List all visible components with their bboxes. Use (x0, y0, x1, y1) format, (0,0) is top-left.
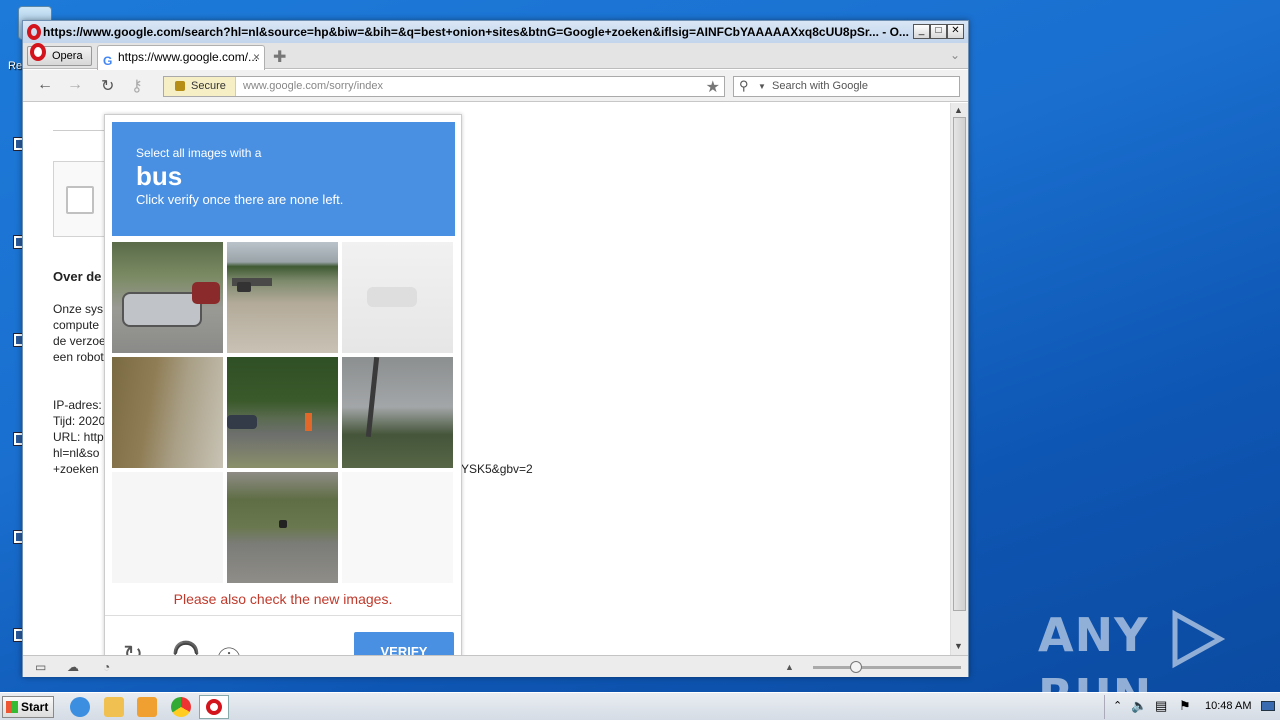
captcha-header: Select all images with a bus Click verif… (112, 122, 455, 236)
captcha-tile-fading[interactable] (342, 242, 453, 353)
opera-menu-button[interactable]: Opera (27, 43, 92, 66)
close-tab-icon[interactable]: × (253, 46, 260, 68)
url-tail-text: YSK5&gbv=2 (461, 462, 533, 476)
address-bar[interactable]: Secure www.google.com/sorry/index ★ (163, 76, 725, 97)
new-tab-button[interactable]: ✚ (273, 47, 286, 67)
page-heading: Over de (53, 269, 102, 284)
show-desktop-icon[interactable] (1261, 701, 1275, 711)
maximize-button[interactable]: □ (930, 24, 947, 39)
network-icon[interactable]: ▤ (1155, 698, 1167, 714)
url-text: www.google.com/sorry/index (243, 80, 383, 92)
internet-explorer-icon[interactable] (70, 697, 90, 717)
cloud-icon[interactable]: ☁ (67, 660, 79, 674)
page-paragraph-line: een robot (53, 350, 104, 364)
close-button[interactable]: ✕ (947, 24, 964, 39)
recycle-bin-label: Re (8, 60, 23, 72)
captcha-tile-empty[interactable] (112, 472, 223, 583)
opera-taskbar-button[interactable] (199, 695, 229, 719)
scroll-down-icon[interactable]: ▼ (954, 641, 963, 651)
system-tray: ⌃ 🔈 ▤ ⚑ (1104, 695, 1280, 719)
tab-list-dropdown-icon[interactable]: ⌄ (950, 48, 960, 62)
search-icon: ⚲ (739, 78, 749, 93)
reload-challenge-icon[interactable]: ↻ (123, 640, 143, 655)
tab-bar: Opera G https://www.google.com/... × ✚ ⌄ (23, 43, 968, 70)
vertical-scrollbar[interactable]: ▲ ▼ (950, 103, 968, 655)
captcha-tile[interactable] (227, 472, 338, 583)
captcha-instruction: Select all images with a (136, 146, 262, 160)
search-field[interactable]: ⚲ ▼ Search with Google (733, 76, 960, 97)
forward-button[interactable]: → (67, 76, 83, 94)
status-bar: ▭ ☁ ◔ ▲ (23, 655, 968, 677)
zoom-slider[interactable] (813, 666, 961, 669)
secure-badge[interactable]: Secure (164, 77, 236, 96)
captcha-image-grid (112, 242, 457, 587)
lock-icon (175, 81, 185, 91)
captcha-tile[interactable] (227, 357, 338, 468)
opera-icon (206, 699, 222, 715)
action-center-flag-icon[interactable]: ⚑ (1179, 698, 1191, 714)
captcha-new-images-message: Please also check the new images. (173, 591, 393, 607)
search-placeholder: Search with Google (772, 80, 868, 92)
volume-icon[interactable]: 🔈 (1131, 698, 1147, 714)
captcha-subinstruction: Click verify once there are none left. (136, 192, 344, 207)
file-explorer-icon[interactable] (104, 697, 124, 717)
window-title: https://www.google.com/search?hl=nl&sour… (43, 25, 909, 39)
start-label: Start (21, 700, 49, 714)
captcha-tile[interactable] (112, 357, 223, 468)
windows-logo-icon (6, 701, 18, 713)
captcha-tile[interactable] (227, 242, 338, 353)
captcha-challenge: Select all images with a bus Click verif… (104, 114, 462, 655)
reload-button[interactable]: ↻ (101, 76, 114, 96)
key-icon[interactable]: ⚷ (131, 76, 143, 96)
chrome-icon[interactable] (171, 697, 191, 717)
media-player-icon[interactable] (137, 697, 157, 717)
clock[interactable]: 10:48 AM (1205, 700, 1251, 712)
tab-google[interactable]: G https://www.google.com/... × (97, 45, 265, 70)
search-engine-dropdown-icon[interactable]: ▼ (758, 77, 766, 96)
google-favicon-icon: G (103, 54, 113, 68)
start-button[interactable]: Start (2, 696, 54, 718)
page-paragraph-line: Onze sys (53, 302, 104, 316)
ip-info-line: Tijd: 2020 (53, 414, 106, 428)
bookmark-star-icon[interactable]: ★ (706, 77, 720, 97)
opera-logo-icon (27, 24, 41, 40)
play-logo-icon (1172, 609, 1226, 668)
scrollbar-thumb[interactable] (953, 117, 966, 611)
ip-info-line: URL: http (53, 430, 104, 444)
tab-title: https://www.google.com/... (118, 50, 259, 64)
info-icon[interactable]: ⓘ (217, 640, 241, 655)
page-paragraph-line: compute (53, 318, 100, 332)
navigation-bar: ← → ↻ ⚷ Secure www.google.com/sorry/inde… (23, 70, 968, 102)
ip-info-line: IP-adres: (53, 398, 102, 412)
captcha-footer: ↻ 🎧 ⓘ VERIFY (105, 615, 461, 655)
opera-icon (30, 43, 46, 61)
captcha-tile[interactable] (342, 357, 453, 468)
captcha-target-word: bus (136, 161, 183, 191)
captcha-tile-empty[interactable] (342, 472, 453, 583)
recaptcha-checkbox[interactable] (66, 186, 94, 214)
verify-button[interactable]: VERIFY (354, 632, 454, 655)
title-bar[interactable]: https://www.google.com/search?hl=nl&sour… (23, 21, 968, 43)
audio-challenge-icon[interactable]: 🎧 (171, 640, 201, 655)
page-paragraph-line: de verzoe (53, 334, 106, 348)
tray-expand-icon[interactable]: ⌃ (1113, 699, 1122, 712)
speed-dial-icon[interactable]: ◔ (103, 660, 110, 674)
zoom-up-icon[interactable]: ▲ (785, 662, 794, 672)
secure-label: Secure (191, 80, 226, 92)
page-content: Over de Onze sys compute de verzoe een r… (23, 103, 950, 655)
minimize-button[interactable]: _ (913, 24, 930, 39)
ip-info-line: hl=nl&so (53, 446, 100, 460)
captcha-tile[interactable] (112, 242, 223, 353)
browser-window: https://www.google.com/search?hl=nl&sour… (22, 20, 969, 677)
opera-menu-label: Opera (52, 50, 83, 62)
panel-toggle-icon[interactable]: ▭ (35, 660, 46, 674)
zoom-slider-knob[interactable] (850, 661, 862, 673)
back-button[interactable]: ← (37, 76, 53, 94)
url-path: /sorry/index (326, 80, 384, 92)
ip-info-line: +zoeken (53, 462, 99, 476)
taskbar: Start ⌃ 🔈 ▤ ⚑ 10:48 AM (0, 692, 1280, 720)
url-host: www.google.com (243, 80, 327, 92)
scroll-up-icon[interactable]: ▲ (954, 105, 963, 115)
